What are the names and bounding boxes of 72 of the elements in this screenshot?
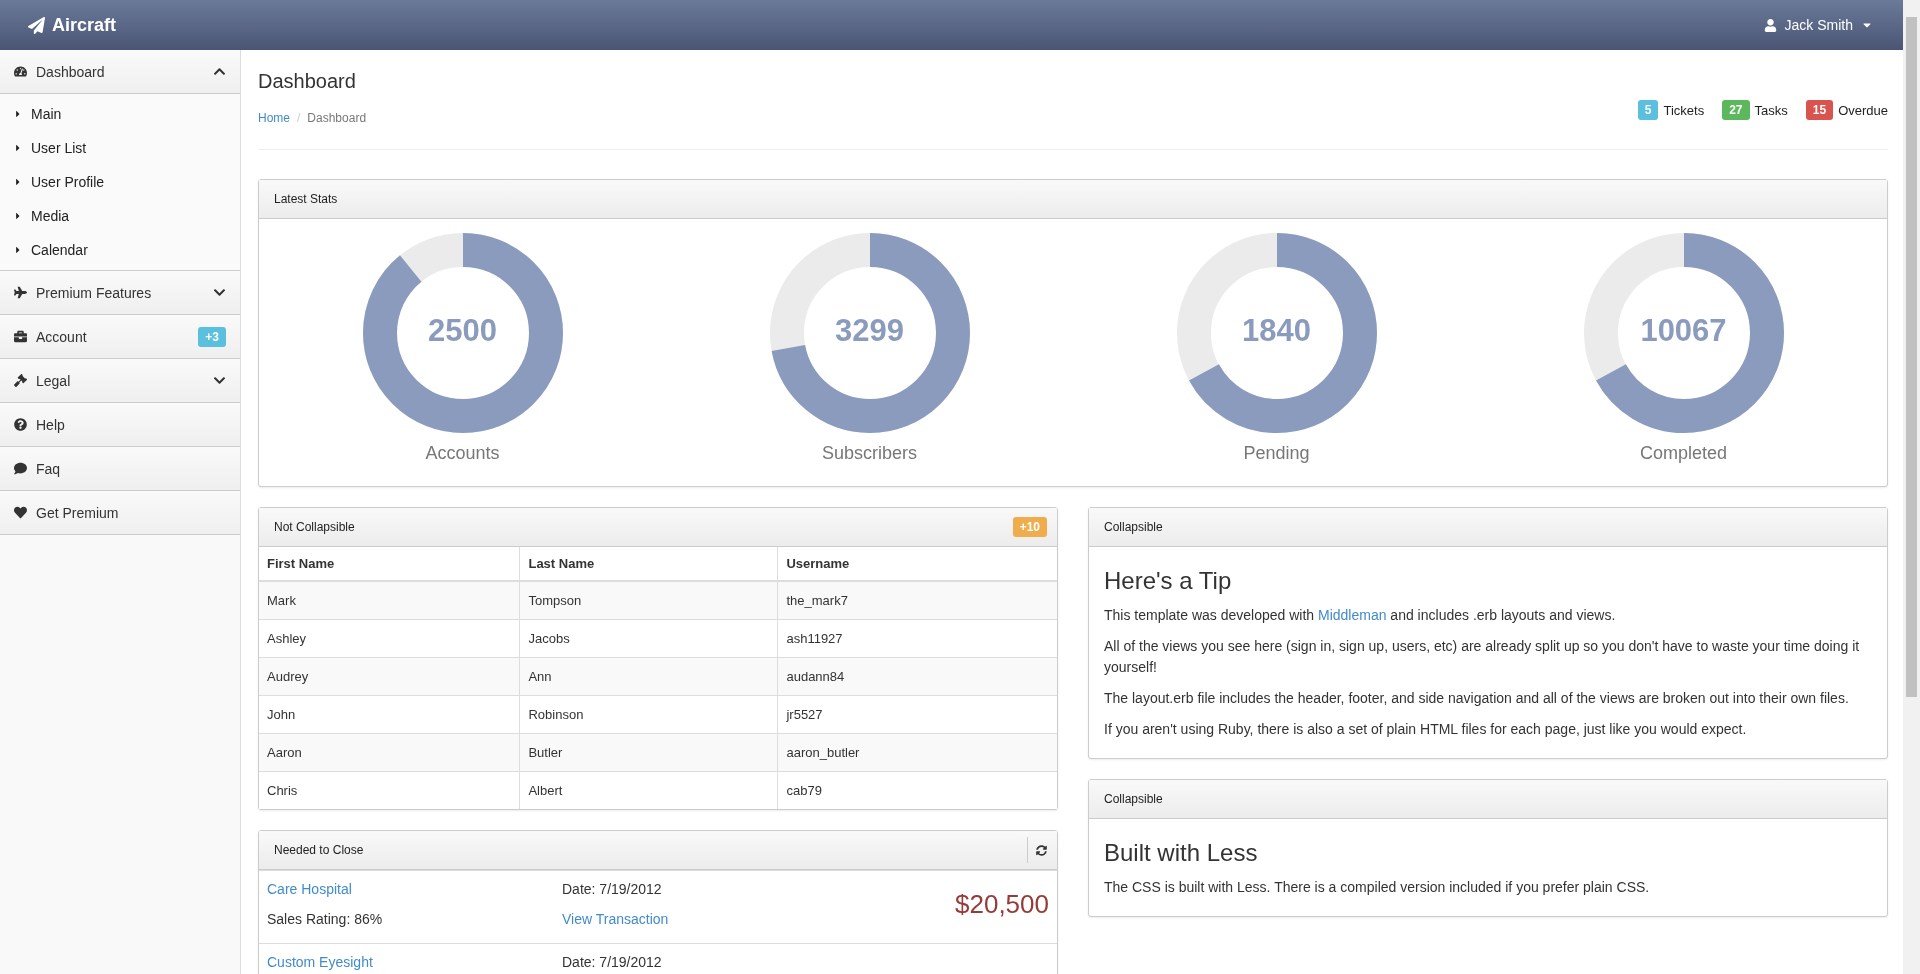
table-cell: John [259, 695, 520, 734]
counter-label: Tasks [1754, 102, 1788, 118]
stat-value: 2500 [427, 313, 498, 349]
panel-title: Collapsible [1104, 792, 1163, 806]
paragraph: All of the views you see here (sign in, sign up, users, etc) are already split up so you don't have to waste your time doing it yourself! [1104, 637, 1861, 677]
deal-link[interactable]: Care Hospital [267, 881, 562, 897]
stat-label: Subscribers [821, 443, 917, 464]
panel-heading: Built with Less [1104, 839, 1259, 867]
count-badge: 5 [1637, 100, 1659, 120]
paragraph: If you aren't using Ruby, there is also a set of plain HTML files for each page, just like you would expect. [1104, 720, 1748, 739]
counter-label: Tickets [1663, 102, 1705, 118]
table-cell: Audrey [259, 657, 520, 696]
scrollbar[interactable] [1903, 0, 1920, 974]
user-menu[interactable]: Jack Smith [1763, 17, 1873, 33]
table-cell: Ann [519, 657, 778, 696]
paragraph: The CSS is built with Less. There is a compiled version included if you prefer plain CSS. [1104, 878, 1651, 897]
stat-label: Accounts [425, 443, 500, 464]
breadcrumb-link[interactable]: Home [258, 111, 290, 125]
chevron-down-icon [213, 374, 226, 387]
sidebar-subitem[interactable]: User List [0, 131, 240, 165]
table-cell: Aaron [259, 733, 520, 772]
sidebar-subitem[interactable]: Media [0, 199, 240, 233]
sidebar-subitem[interactable]: Calendar [0, 233, 240, 267]
table-cell: Tompson [519, 581, 778, 620]
table-cell: aaron_butler [777, 733, 1057, 772]
chevron-up-icon [213, 65, 226, 78]
deal-date: Date: 7/19/2012 [562, 881, 663, 897]
chevron-down-icon [213, 286, 226, 299]
deal-link[interactable]: Custom Eyesight [267, 954, 562, 970]
stat-label: Pending [1243, 443, 1310, 464]
table-cell: jr5527 [777, 695, 1057, 734]
paper-plane-icon [28, 16, 45, 34]
stat-value: 3299 [834, 313, 905, 349]
page-title: Dashboard [258, 70, 357, 93]
panel-title: Latest Stats [274, 192, 338, 206]
table-cell: Ashley [259, 619, 520, 658]
transaction-link[interactable]: View Transaction [562, 911, 955, 927]
link[interactable]: Middleman [1318, 607, 1387, 623]
stat-value: 10067 [1639, 313, 1728, 349]
breadcrumb-separator: / [297, 111, 301, 125]
panel-title: Collapsible [1104, 520, 1163, 534]
table-cell: Mark [259, 581, 520, 620]
sidebar-subitem[interactable]: User Profile [0, 165, 240, 199]
table-cell: Butler [519, 733, 778, 772]
count-badge: +10 [1012, 517, 1047, 537]
paragraph: The layout.erb file includes the header, footer, and side navigation and all of the views are broken out into their own files. [1104, 689, 1850, 708]
stat-label: Completed [1639, 443, 1727, 464]
count-badge: 27 [1722, 100, 1750, 120]
sales-rating: Sales Rating: 86% [267, 911, 384, 927]
deal-date: Date: 7/19/2012 [562, 954, 663, 970]
table-cell: Robinson [519, 695, 778, 734]
panel-title: Needed to Close [274, 843, 364, 857]
table-cell: Albert [519, 771, 778, 809]
deal-amount: $20,500 [955, 888, 1049, 920]
panel-heading: Here's a Tip [1104, 567, 1233, 595]
stat-value: 1840 [1241, 313, 1312, 349]
table-cell: cab79 [777, 771, 1057, 809]
table-cell: Chris [259, 771, 520, 809]
refresh-icon[interactable] [1036, 844, 1047, 856]
table-cell: audann84 [777, 657, 1057, 696]
count-badge: 15 [1805, 100, 1834, 120]
breadcrumb-link[interactable]: Dashboard [307, 111, 367, 125]
panel-title: Not Collapsible [274, 520, 355, 534]
counter-label: Overdue [1838, 102, 1888, 118]
table-cell: ash11927 [777, 619, 1057, 658]
sidebar-subitem[interactable]: Main [0, 97, 240, 131]
table-cell: Jacobs [519, 619, 778, 658]
table-cell: the_mark7 [777, 581, 1057, 620]
paragraph: This template was developed with Middleman and includes .erb layouts and views. [1104, 606, 1617, 625]
count-badge: +3 [198, 326, 226, 347]
user-icon [1763, 18, 1777, 32]
brand-name[interactable]: Aircraft [52, 14, 117, 36]
